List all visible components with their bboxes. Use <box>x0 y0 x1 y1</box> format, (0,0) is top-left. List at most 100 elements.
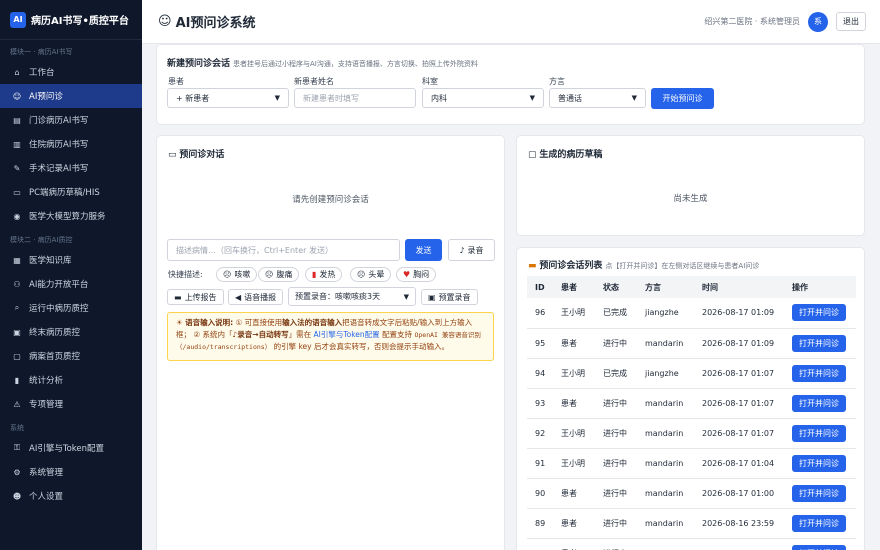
preset-recording-select[interactable]: 预置录音：咳嗽咳痰3天 ▼ <box>288 287 416 306</box>
lightbulb-icon: ☀ <box>176 318 183 327</box>
cell-op: 打开并问诊 <box>784 328 856 359</box>
cell-time: 2026-08-16 23:59 <box>694 508 784 539</box>
quick-dizzy-label: 头晕 <box>368 270 385 279</box>
new-patient-name-placeholder: 新建患者时填写 <box>303 93 359 103</box>
bot-icon: ☺ <box>12 91 22 101</box>
dialect-select[interactable]: 普通话 ▼ <box>549 88 646 108</box>
key-icon: ⚿ <box>13 443 21 452</box>
chat-card: ▭ 预问诊对话 请先创建预问诊会话 描述病情…（回车换行，Ctrl+Enter … <box>156 135 505 550</box>
hint-text: 配置支持 <box>382 330 413 339</box>
sidebar-item-compute[interactable]: ◉ 医学大模型算力服务 <box>0 204 142 228</box>
table-row: 95 患者 进行中 mandarin 2026-08-17 01:09 打开并问诊 <box>527 328 856 359</box>
document-icon: ▢ <box>528 150 537 160</box>
department-select[interactable]: 内科 ▼ <box>422 88 544 108</box>
sidebar-group-1: ⌂ 工作台 ☺ AI预问诊 ▤ 门诊病历AI书写 ▥ 住院病历AI书写 ✎ 手术记录AI书… <box>0 60 142 228</box>
patient-label: 患者 <box>168 77 184 86</box>
open-session-button[interactable]: 打开并问诊 <box>792 454 846 472</box>
cell-time: 2026-08-17 01:09 <box>694 328 784 359</box>
cell-patient: 王小明 <box>553 298 595 329</box>
send-button[interactable]: 发送 <box>405 239 442 261</box>
cell-status: 进行中 <box>595 538 637 550</box>
engine-config-link[interactable]: AI引擎与Token配置 <box>313 330 379 339</box>
sidebar-item-knowledge[interactable]: ▦ 医学知识库 <box>0 248 142 272</box>
start-prediagnosis-button[interactable]: 开始预问诊 <box>651 88 714 109</box>
sidebar-item-surgery[interactable]: ✎ 手术记录AI书写 <box>0 156 142 180</box>
cell-dialect: mandarin <box>637 328 694 359</box>
quick-pain-label: 腹痛 <box>276 270 293 279</box>
quick-cough[interactable]: ☹ 咳嗽 <box>216 267 258 282</box>
sidebar-item-open-platform[interactable]: ⚇ AI能力开放平台 <box>0 272 142 296</box>
chevron-down-icon: ▼ <box>403 292 409 301</box>
plug-icon: ⚇ <box>13 279 21 289</box>
cell-op: 打开并问诊 <box>784 478 856 509</box>
sidebar-item-running-qc[interactable]: ⌕ 运行中病历质控 <box>0 296 142 320</box>
sidebar-item-inpatient[interactable]: ▥ 住院病历AI书写 <box>0 132 142 156</box>
open-session-button[interactable]: 打开并问诊 <box>792 364 846 382</box>
gear-icon: ⚙ <box>13 467 21 477</box>
open-session-button[interactable]: 打开并问诊 <box>792 514 846 532</box>
cell-id: 89 <box>527 508 553 539</box>
new-patient-name-input[interactable]: 新建患者时填写 <box>294 88 416 108</box>
cell-patient: 患者 <box>553 388 595 419</box>
avatar[interactable]: 系 <box>808 11 828 32</box>
cell-status: 已完成 <box>595 298 637 329</box>
page-title: AI预问诊系统 <box>175 16 256 31</box>
session-table: ID 患者 状态 方言 时间 操作 96 王小明 已完成 jiangzhe 2026-08-17 … <box>527 276 856 550</box>
sidebar-item-ai-prediagnosis[interactable]: ☺ AI预问诊 <box>0 84 142 108</box>
open-session-button[interactable]: 打开并问诊 <box>792 484 846 502</box>
heart-icon: ♥ <box>403 270 411 279</box>
quick-chest-label: 胸闷 <box>413 270 430 279</box>
open-session-button[interactable]: 打开并问诊 <box>792 304 846 322</box>
sidebar-item-final-qc[interactable]: ▣ 终末病历质控 <box>0 320 142 344</box>
org-user-label: 绍兴第二医院 · 系统管理员 <box>704 17 800 26</box>
cell-id: 88 <box>527 538 553 550</box>
microphone-icon: ♪ <box>459 245 465 255</box>
quick-label: 快捷描述: <box>168 270 203 279</box>
logout-button[interactable]: 退出 <box>836 12 866 31</box>
session-list-title: 预问诊会话列表 <box>539 261 603 271</box>
patient-select[interactable]: + 新患者 ▼ <box>167 88 289 108</box>
record-button[interactable]: ♪ 录音 <box>448 239 495 261</box>
warning-icon: ⚠ <box>13 399 21 409</box>
department-label: 科室 <box>422 77 438 86</box>
sidebar-item-workbench[interactable]: ⌂ 工作台 <box>0 60 142 84</box>
cell-patient: 王小明 <box>553 448 595 479</box>
preset-recording-button[interactable]: ▣ 预置录音 <box>421 289 478 305</box>
sidebar-item-engine-config[interactable]: ⚿ AI引擎与Token配置 <box>0 436 142 460</box>
sidebar-item-stats[interactable]: ▮ 统计分析 <box>0 368 142 392</box>
sidebar-item-outpatient[interactable]: ▤ 门诊病历AI书写 <box>0 108 142 132</box>
sidebar-item-label: 医学知识库 <box>29 256 72 266</box>
speaker-icon: ◀ <box>235 292 242 302</box>
cell-patient: 王小明 <box>553 418 595 449</box>
sidebar-item-pc-draft[interactable]: ▭ PC端病历草稿/HIS <box>0 180 142 204</box>
tape-icon: ▣ <box>428 292 436 302</box>
quick-dizzy[interactable]: ☹ 头晕 <box>350 267 392 282</box>
tts-button[interactable]: ◀ 语音播报 <box>228 289 284 305</box>
top-right: 绍兴第二医院 · 系统管理员 系 退出 <box>704 11 866 32</box>
bot-icon: ☺ <box>158 14 172 29</box>
cell-patient: 患者 <box>553 538 595 550</box>
open-session-button[interactable]: 打开并问诊 <box>792 424 846 442</box>
draft-title: 生成的病历草稿 <box>539 150 603 160</box>
hint-emphasis: 录音→自动转写 <box>237 330 289 339</box>
hint-title: 语音输入说明: <box>185 318 234 327</box>
session-list-card: ▬ 预问诊会话列表 点【打开并问诊】在左侧对话区继续与患者AI问诊 ID 患者 状态方… <box>516 247 865 550</box>
cell-op: 打开并问诊 <box>784 538 856 550</box>
sidebar-item-homepage-qc[interactable]: ▢ 病案首页质控 <box>0 344 142 368</box>
sidebar-item-label: 个人设置 <box>29 492 64 502</box>
upload-report-button[interactable]: ▬ 上传报告 <box>167 289 224 305</box>
thermometer-icon: ▮ <box>312 270 317 279</box>
open-session-button[interactable]: 打开并问诊 <box>792 394 846 412</box>
sidebar-item-profile[interactable]: ☻ 个人设置 <box>0 484 142 508</box>
sidebar-item-special[interactable]: ⚠ 专项管理 <box>0 392 142 416</box>
quick-abdominal-pain[interactable]: ☹ 腹痛 <box>258 267 300 282</box>
open-session-button[interactable]: 打开并问诊 <box>792 544 846 550</box>
quick-chest-tightness[interactable]: ♥ 胸闷 <box>396 267 437 282</box>
sidebar-item-system[interactable]: ⚙ 系统管理 <box>0 460 142 484</box>
cell-op: 打开并问诊 <box>784 298 856 329</box>
open-session-button[interactable]: 打开并问诊 <box>792 334 846 352</box>
quick-fever[interactable]: ▮ 发热 <box>305 267 343 282</box>
quick-fever-label: 发热 <box>319 270 336 279</box>
new-patient-name-label: 新患者姓名 <box>294 77 334 86</box>
symptom-input[interactable]: 描述病情…（回车换行，Ctrl+Enter 发送） <box>167 239 400 261</box>
